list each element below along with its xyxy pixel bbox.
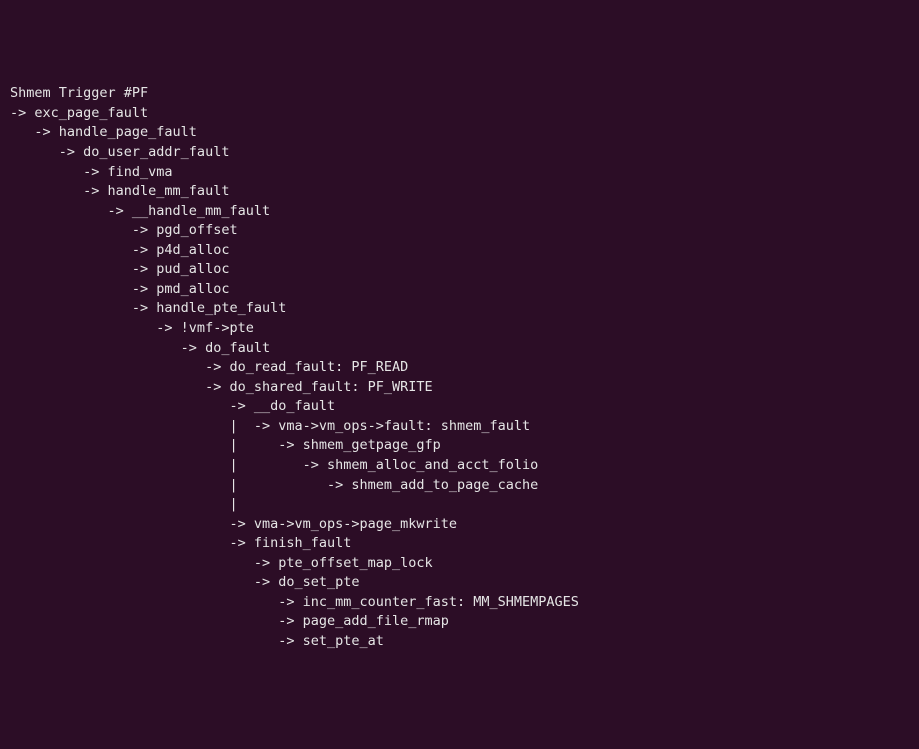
trace-line: -> find_vma	[10, 163, 909, 183]
trace-line: -> finish_fault	[10, 534, 909, 554]
trace-line: | -> vma->vm_ops->fault: shmem_fault	[10, 417, 909, 437]
trace-line: |	[10, 495, 909, 515]
call-trace-output: Shmem Trigger #PF-> exc_page_fault -> ha…	[10, 84, 909, 651]
trace-line: -> set_pte_at	[10, 632, 909, 652]
trace-line: Shmem Trigger #PF	[10, 84, 909, 104]
trace-line: -> do_read_fault: PF_READ	[10, 358, 909, 378]
trace-line: -> pmd_alloc	[10, 280, 909, 300]
trace-line: -> pud_alloc	[10, 260, 909, 280]
trace-line: -> handle_mm_fault	[10, 182, 909, 202]
trace-line: -> p4d_alloc	[10, 241, 909, 261]
trace-line: -> vma->vm_ops->page_mkwrite	[10, 515, 909, 535]
trace-line: -> page_add_file_rmap	[10, 612, 909, 632]
trace-line: -> inc_mm_counter_fast: MM_SHMEMPAGES	[10, 593, 909, 613]
trace-line: -> pte_offset_map_lock	[10, 554, 909, 574]
trace-line: -> __do_fault	[10, 397, 909, 417]
trace-line: -> !vmf->pte	[10, 319, 909, 339]
trace-line: -> do_shared_fault: PF_WRITE	[10, 378, 909, 398]
trace-line: | -> shmem_alloc_and_acct_folio	[10, 456, 909, 476]
trace-line: | -> shmem_add_to_page_cache	[10, 476, 909, 496]
trace-line: -> pgd_offset	[10, 221, 909, 241]
trace-line: -> exc_page_fault	[10, 104, 909, 124]
trace-line: -> __handle_mm_fault	[10, 202, 909, 222]
trace-line: -> handle_page_fault	[10, 123, 909, 143]
trace-line: -> do_user_addr_fault	[10, 143, 909, 163]
trace-line: -> do_set_pte	[10, 573, 909, 593]
trace-line: | -> shmem_getpage_gfp	[10, 436, 909, 456]
trace-line: -> do_fault	[10, 339, 909, 359]
trace-line: -> handle_pte_fault	[10, 299, 909, 319]
